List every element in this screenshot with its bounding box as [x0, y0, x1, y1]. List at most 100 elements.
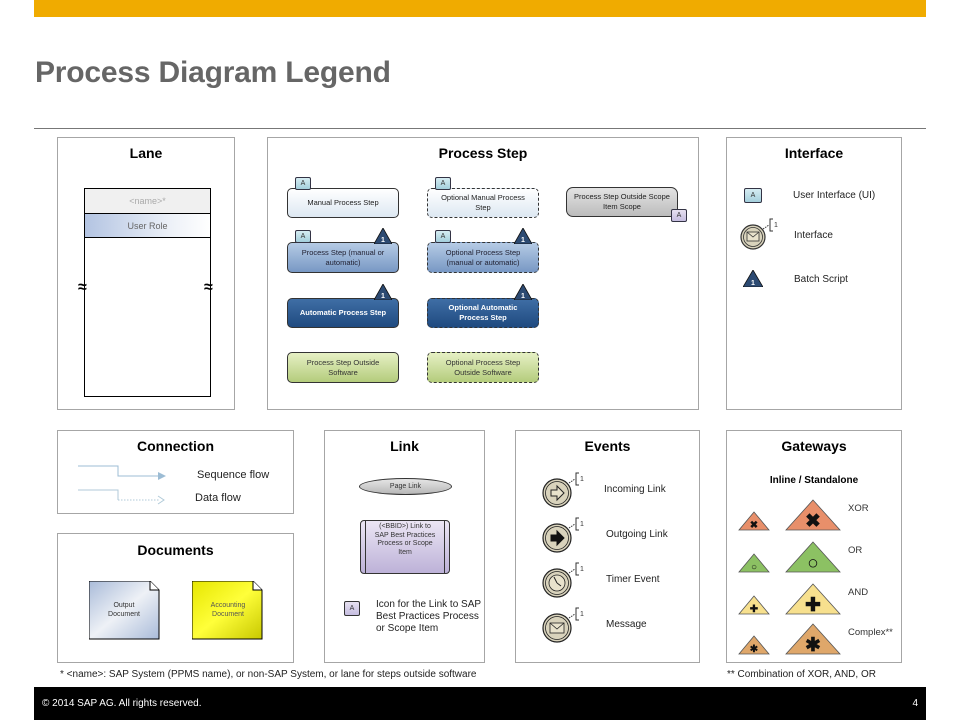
- lane-break-right-icon: ≈: [204, 279, 213, 296]
- interface-title: Interface: [784, 145, 844, 161]
- svg-text:1: 1: [751, 280, 755, 287]
- svg-text:✚: ✚: [805, 595, 821, 615]
- svg-text:1: 1: [774, 222, 778, 229]
- trigger-triangle-icon: 1: [374, 284, 392, 300]
- data-flow-label: Data flow: [195, 492, 241, 504]
- svg-text:✖: ✖: [805, 511, 821, 531]
- gateways-panel: Gateways Inline / Standalone ✖ ✖ XOR ○ ○ OR ✚ ✚…: [726, 430, 902, 663]
- data-flow-icon: [78, 489, 165, 505]
- optional-manual-process-step: Optional Manual Process Step: [427, 188, 539, 218]
- gateway-standalone-complex-icon: ✱: [785, 623, 841, 655]
- footnote-complex: ** Combination of XOR, AND, OR: [727, 669, 876, 680]
- process-step-outside-software: Process Step Outside Software: [287, 352, 399, 383]
- process-step-manual-or-automatic: Process Step (manual or automatic): [287, 242, 399, 273]
- event-label: Timer Event: [606, 574, 660, 585]
- incoming-link-icon: 1: [542, 472, 584, 508]
- svg-text:1: 1: [580, 566, 584, 573]
- svg-text:1: 1: [580, 521, 584, 528]
- step-label: Optional Process Step (manual or automat…: [445, 247, 521, 267]
- events-panel: Events 1 Incoming Link 1 Outgoing Link 1 Ti…: [515, 430, 700, 663]
- gateways-subtitle: Inline / Standalone: [769, 475, 859, 486]
- interface-item-label: Interface: [794, 230, 833, 241]
- svg-text:1: 1: [580, 611, 584, 618]
- envelope-event-icon: 1: [740, 218, 778, 250]
- page-link-shape: Page Link: [359, 478, 452, 495]
- documents-panel: Documents Output Document Accounting Doc…: [57, 533, 294, 663]
- output-document-label: Output Document: [108, 602, 140, 618]
- gateway-standalone-or-icon: ○: [785, 541, 841, 573]
- lane-shape: <name>* User Role: [84, 188, 211, 397]
- step-label: Automatic Process Step: [299, 308, 387, 317]
- bp-link-icon-description: Icon for the Link to SAP Best Practices …: [376, 599, 481, 634]
- interface-item-label: User Interface (UI): [793, 190, 876, 201]
- timer-icon: 1: [542, 562, 584, 598]
- event-label: Incoming Link: [604, 484, 666, 495]
- svg-text:○: ○: [751, 562, 757, 573]
- interface-panel: Interface A User Interface (UI) 1 Interf…: [726, 137, 902, 410]
- title-divider: [34, 128, 926, 129]
- trigger-triangle-icon: 1: [514, 284, 532, 300]
- documents-title: Documents: [137, 542, 214, 558]
- bp-link-tag-icon: A: [344, 601, 360, 616]
- outgoing-link-icon: 1: [542, 517, 584, 553]
- link-panel: Link Page Link (<BBID>) Link to SAP Best…: [324, 430, 485, 663]
- system-tag-icon: A: [435, 230, 451, 243]
- svg-text:✚: ✚: [750, 604, 759, 615]
- user-interface-icon: A: [744, 188, 762, 203]
- svg-text:1: 1: [521, 237, 525, 244]
- page-number: 4: [912, 698, 918, 709]
- step-label: Process Step Outside Software: [306, 357, 380, 377]
- connection-panel: Connection Sequence flow Data flow: [57, 430, 294, 514]
- step-label: Optional Process Step Outside Software: [445, 357, 521, 377]
- step-label: Manual Process Step: [307, 198, 379, 207]
- step-label: Process Step Outside Scope Item Scope: [574, 192, 670, 211]
- trigger-triangle-icon: 1: [374, 228, 392, 244]
- svg-text:✖: ✖: [750, 520, 758, 531]
- gateway-inline-complex-icon: ✱: [738, 635, 770, 655]
- optional-process-step-manual-or-automatic: Optional Process Step (manual or automat…: [427, 242, 539, 273]
- message-icon: 1: [542, 607, 584, 643]
- bp-link-left-bar: [365, 521, 366, 573]
- batch-triangle-icon: 1: [743, 270, 763, 287]
- bp-link-label: (<BBID>) Link to SAP Best Practices Proc…: [374, 523, 436, 556]
- lane-role-row: User Role: [85, 214, 210, 238]
- footer-bar: © 2014 SAP AG. All rights reserved. 4: [34, 687, 926, 720]
- gateway-standalone-and-icon: ✚: [785, 583, 841, 615]
- link-title: Link: [390, 438, 419, 454]
- event-label: Message: [606, 619, 647, 630]
- step-label: Process Step (manual or automatic): [301, 247, 385, 267]
- system-tag-icon: A: [295, 177, 311, 190]
- gateway-label: Complex**: [848, 627, 893, 638]
- lane-break-left-icon: ≈: [78, 279, 87, 296]
- gateway-label: AND: [848, 587, 869, 598]
- system-tag-icon: A: [435, 177, 451, 190]
- step-label: Optional Manual Process Step: [441, 193, 525, 212]
- optional-automatic-process-step: Optional Automatic Process Step: [427, 298, 539, 328]
- svg-text:1: 1: [580, 476, 584, 483]
- step-label: Optional Automatic Process Step: [448, 303, 518, 322]
- copyright: © 2014 SAP AG. All rights reserved.: [42, 698, 202, 709]
- process-step-panel: Process Step Manual Process Step A Optio…: [267, 137, 699, 410]
- connection-title: Connection: [137, 438, 214, 454]
- svg-text:✱: ✱: [805, 635, 821, 655]
- automatic-process-step: Automatic Process Step: [287, 298, 399, 328]
- event-label: Outgoing Link: [606, 529, 668, 540]
- gateway-inline-and-icon: ✚: [738, 595, 770, 615]
- gateway-label: OR: [848, 545, 863, 556]
- interface-item-label: Batch Script: [794, 274, 848, 285]
- gateway-inline-or-icon: ○: [738, 553, 770, 573]
- svg-text:1: 1: [521, 293, 525, 300]
- process-step-title: Process Step: [438, 145, 528, 161]
- accounting-document-label: Accounting Document: [210, 602, 246, 618]
- manual-process-step: Manual Process Step: [287, 188, 399, 218]
- lane-title: Lane: [129, 145, 163, 161]
- gateway-standalone-xor-icon: ✖: [785, 499, 841, 531]
- optional-process-step-outside-software: Optional Process Step Outside Software: [427, 352, 539, 383]
- trigger-triangle-icon: 1: [514, 228, 532, 244]
- bp-link-tag-icon: A: [671, 209, 687, 222]
- gateway-label: XOR: [848, 503, 869, 514]
- bp-link-shape: (<BBID>) Link to SAP Best Practices Proc…: [360, 520, 450, 574]
- footnote-lane: * <name>: SAP System (PPMS name), or non…: [60, 669, 477, 680]
- lane-name-row: <name>*: [85, 189, 210, 214]
- lane-panel: Lane <name>* User Role ≈ ≈: [57, 137, 235, 410]
